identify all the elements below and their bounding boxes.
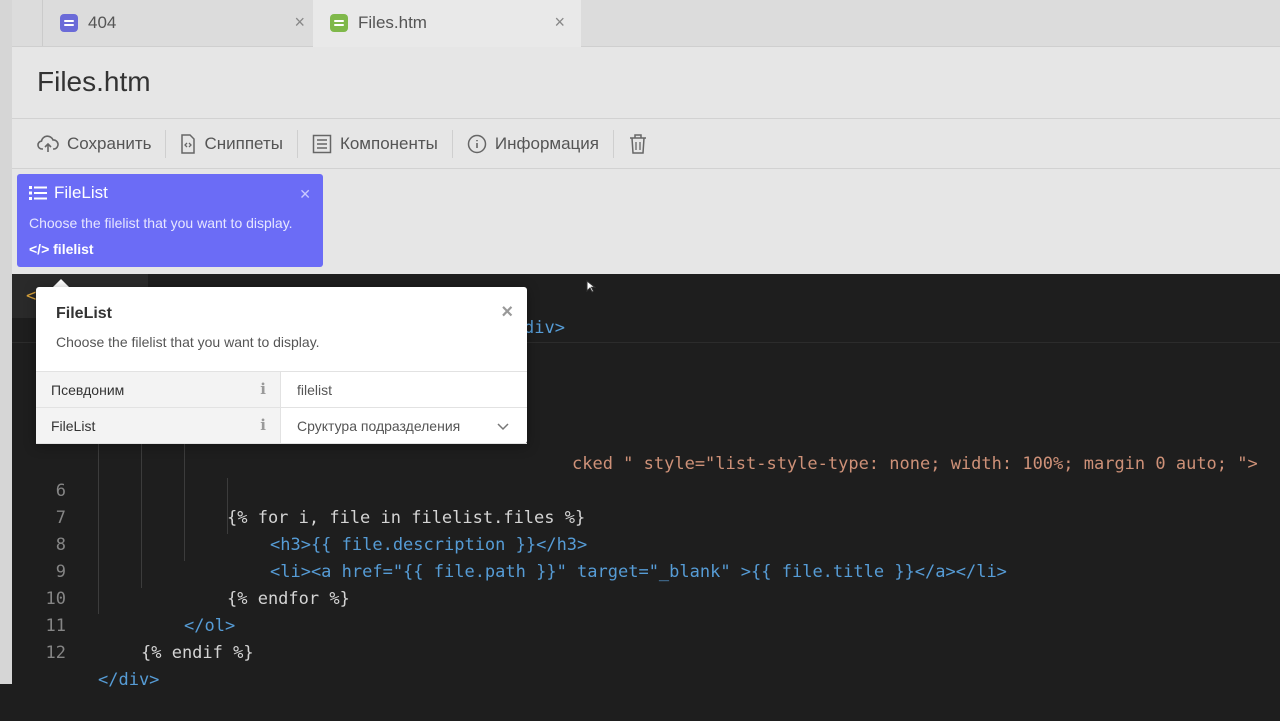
trash-icon: [628, 133, 648, 155]
code-fragment: <li><a href="{{ file.path }}" target="_b…: [270, 562, 1007, 582]
property-name: Псевдоним: [51, 382, 125, 398]
component-card-title: FileList: [54, 183, 108, 202]
code-fragment: {% for i, file in filelist.files %}: [227, 508, 586, 528]
code-line: 9 {% endfor %}: [12, 532, 350, 609]
code-text: {% endfor %}: [227, 586, 350, 613]
info-label: Информация: [494, 133, 599, 153]
editor-tab-fragment: <: [26, 286, 37, 306]
close-icon[interactable]: ×: [501, 301, 513, 324]
code-fragment: {% endif %}: [141, 643, 254, 663]
component-alias-text: filelist: [53, 241, 94, 257]
tab-label: Files.htm: [358, 13, 427, 32]
code-text: {% endif %}: [141, 640, 254, 667]
code-fragment: {% endfor %}: [227, 589, 350, 609]
tab-bar: 404 × Files.htm ×: [12, 0, 1280, 47]
save-button[interactable]: Сохранить: [12, 129, 165, 159]
code-icon: </>: [29, 241, 50, 257]
code-text: </ol>: [184, 613, 235, 640]
popover-title: FileList: [56, 305, 113, 322]
indent-guide: [98, 424, 99, 614]
code-line: 8 <li><a href="{{ file.path }}" target="…: [12, 505, 1007, 582]
info-icon[interactable]: i: [260, 380, 266, 398]
sidebar-strip: [0, 0, 12, 684]
close-icon[interactable]: ×: [554, 12, 565, 33]
code-text: {% for i, file in filelist.files %}: [227, 505, 585, 532]
tab-files-htm[interactable]: Files.htm ×: [313, 0, 581, 47]
editor-visible-tail: div>: [524, 318, 565, 338]
filelist-select[interactable]: Cруктура подразделения: [297, 418, 460, 434]
tab-label: 404: [88, 13, 117, 32]
code-fragment: </div>: [98, 670, 160, 690]
indent-guide: [141, 424, 142, 588]
delete-button[interactable]: [614, 129, 670, 159]
snippet-file-icon: [180, 133, 196, 154]
code-fragment: div>: [524, 318, 565, 338]
component-properties-popover: FileList × Choose the filelist that you …: [36, 287, 527, 444]
line-number: 12: [45, 643, 66, 663]
toolbar: Сохранить Сниппеты Компоненты Информация: [12, 118, 1280, 169]
code-fragment: </ol>: [184, 616, 236, 636]
code-fragment: <h3>{{ file.description }}</h3>: [270, 535, 588, 555]
components-label: Компоненты: [339, 133, 438, 153]
document-icon: [330, 14, 348, 32]
indent-guide: [184, 424, 185, 561]
info-button[interactable]: Информация: [453, 129, 613, 159]
alias-input[interactable]: filelist: [297, 382, 332, 398]
code-line: 10 </ol>: [12, 559, 236, 636]
components-button[interactable]: Компоненты: [298, 129, 452, 159]
code-line: 6 {% for i, file in filelist.files %}: [12, 451, 585, 528]
code-text: <h3>{{ file.description }}</h3>: [270, 532, 587, 559]
cloud-upload-icon: [37, 134, 59, 154]
info-icon[interactable]: i: [260, 416, 266, 434]
component-card-description: Choose the filelist that you want to dis…: [29, 215, 293, 231]
popover-description: Choose the filelist that you want to dis…: [56, 334, 320, 350]
info-circle-icon: [467, 134, 487, 154]
code-line: 12 </div>: [12, 613, 160, 690]
code-fragment: cked " style="list-style-type: none; wid…: [572, 454, 1258, 474]
component-card-header: FileList: [29, 183, 108, 203]
chevron-down-icon[interactable]: [497, 418, 509, 436]
code-text: <li><a href="{{ file.path }}" target="_b…: [270, 559, 1007, 586]
document-icon: [60, 14, 78, 32]
list-icon: [29, 186, 47, 200]
save-label: Сохранить: [67, 133, 152, 153]
property-label-cell: Псевдоним i: [36, 372, 281, 407]
close-icon[interactable]: ✕: [299, 186, 311, 203]
property-row-alias: Псевдоним i filelist: [36, 371, 527, 407]
property-row-filelist: FileList i Cруктура подразделения: [36, 407, 527, 444]
tab-404[interactable]: 404 ×: [42, 0, 322, 46]
code-line: 11 {% endif %}: [12, 586, 254, 663]
code-text: </div>: [98, 667, 159, 694]
property-label-cell: FileList i: [36, 408, 281, 443]
component-card-alias: </> filelist: [29, 241, 94, 257]
component-card-filelist[interactable]: FileList ✕ Choose the filelist that you …: [17, 174, 323, 267]
page-title: Files.htm: [37, 66, 151, 97]
snippets-button[interactable]: Сниппеты: [166, 129, 296, 159]
snippets-label: Сниппеты: [204, 133, 283, 153]
code-text: cked " style="list-style-type: none; wid…: [572, 451, 1258, 478]
property-name: FileList: [51, 418, 96, 434]
code-line: 7 <h3>{{ file.description }}</h3>: [12, 478, 588, 555]
close-icon[interactable]: ×: [294, 12, 305, 33]
list-box-icon: [312, 134, 332, 154]
mouse-cursor-icon: [586, 279, 597, 299]
